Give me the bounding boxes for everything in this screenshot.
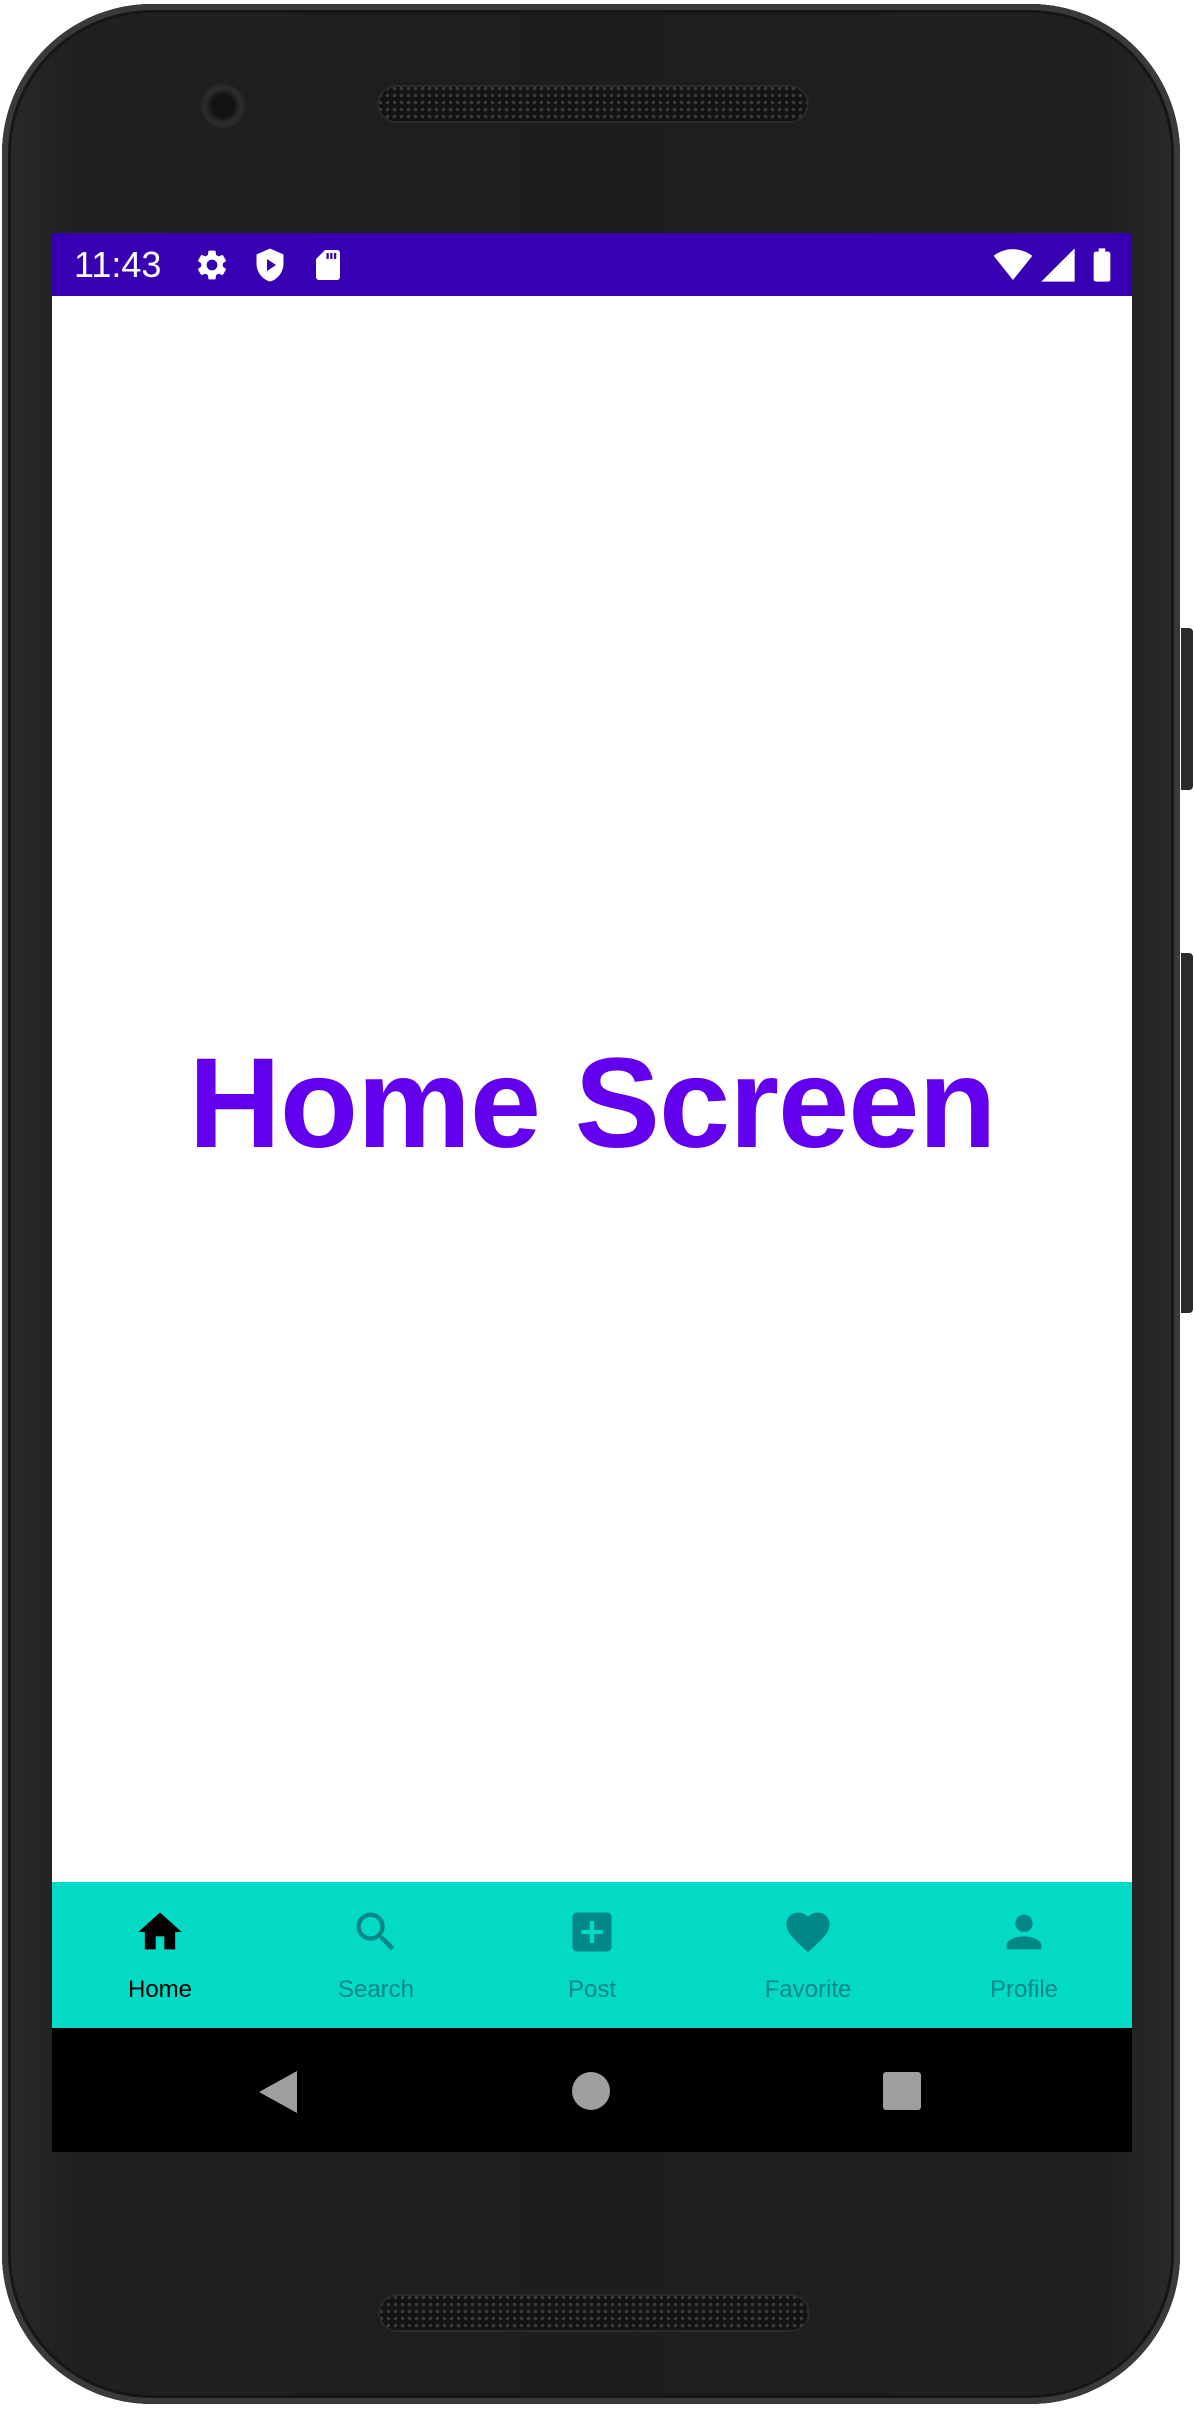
- home-circle-icon[interactable]: [571, 2071, 611, 2111]
- nav-item-home[interactable]: Home: [52, 1882, 268, 2028]
- wifi-icon: [993, 249, 1033, 280]
- recents-square-icon[interactable]: [883, 2072, 921, 2110]
- system-navigation-bar: [52, 2028, 1132, 2152]
- bottom-speaker: [378, 2294, 810, 2332]
- nav-item-favorite[interactable]: Favorite: [700, 1882, 916, 2028]
- screen: 11:43 Home Screen Home Search Post Favor…: [52, 233, 1132, 2152]
- search-icon: [356, 1912, 395, 1951]
- home-icon: [138, 1912, 182, 1950]
- heart-icon: [786, 1912, 830, 1953]
- nav-label-profile: Profile: [989, 1976, 1059, 2003]
- settings-gear-icon: [197, 250, 227, 280]
- cellular-signal-icon: [1041, 248, 1075, 282]
- nav-label-home: Home: [127, 1976, 193, 2003]
- sd-card-icon: [316, 250, 340, 280]
- home-screen-title: Home Screen: [188, 1032, 996, 1175]
- volume-button: [1181, 953, 1193, 1313]
- back-icon[interactable]: [257, 2069, 299, 2115]
- nav-label-post: Post: [567, 1976, 617, 2003]
- person-icon: [1006, 1914, 1042, 1950]
- power-button: [1181, 628, 1193, 790]
- status-time: 11:43: [74, 244, 162, 285]
- add-box-icon: [572, 1912, 612, 1952]
- nav-label-search: Search: [337, 1976, 415, 2003]
- nav-label-favorite: Favorite: [764, 1976, 852, 2003]
- bottom-navigation-bar: Home Search Post Favorite Profile: [52, 1882, 1132, 2028]
- nav-item-search[interactable]: Search: [268, 1882, 484, 2028]
- shield-play-icon: [256, 248, 284, 282]
- status-bar: 11:43: [52, 233, 1132, 296]
- content-area: Home Screen: [52, 296, 1132, 1882]
- earpiece-speaker: [377, 85, 809, 123]
- front-camera: [201, 84, 245, 128]
- nav-item-profile[interactable]: Profile: [916, 1882, 1132, 2028]
- nav-item-post[interactable]: Post: [484, 1882, 700, 2028]
- battery-icon: [1093, 248, 1111, 282]
